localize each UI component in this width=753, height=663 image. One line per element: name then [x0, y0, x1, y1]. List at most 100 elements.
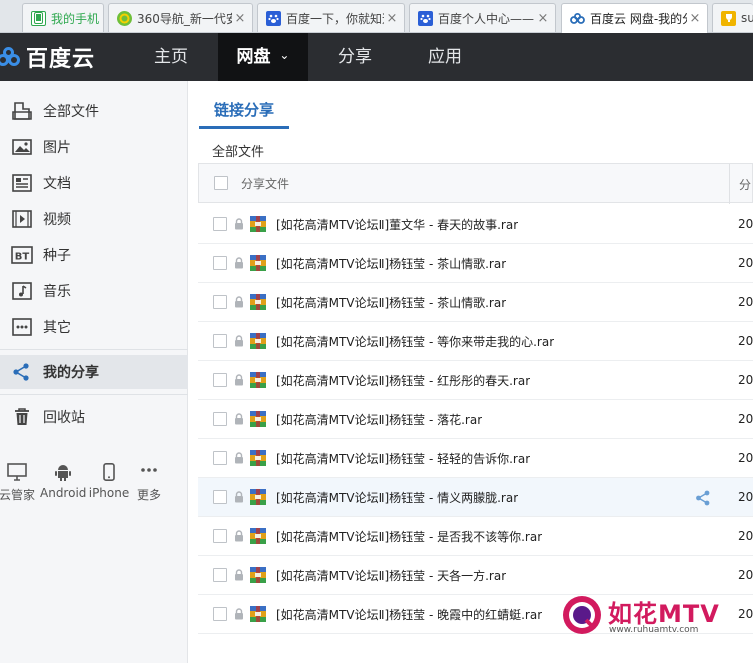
close-icon[interactable]: × — [384, 11, 400, 26]
svg-text:BT: BT — [15, 252, 30, 263]
sidebar-item-label: 回收站 — [43, 410, 85, 426]
rar-archive-icon — [250, 372, 266, 388]
row-checkbox[interactable] — [213, 451, 227, 465]
file-name-link[interactable]: [如花高清MTV论坛Ⅱ]杨钰莹 - 轻轻的告诉你.rar — [276, 450, 530, 467]
browser-tab-label: 百度云 网盘-我的分享 — [590, 12, 687, 26]
tab-link-share[interactable]: 链接分享 — [199, 99, 289, 129]
close-icon[interactable]: × — [232, 11, 248, 26]
client-download-android[interactable]: Android — [40, 463, 86, 500]
browser-tab-baidu-search[interactable]: 百度一下，你就知道 × — [257, 3, 405, 32]
watermark-url: www.ruhuamtv.com — [609, 625, 699, 635]
table-row[interactable]: [如花高清MTV论坛Ⅱ]杨钰莹 - 情义两朦胧.rar 20 — [198, 478, 753, 517]
share-date: 20 — [738, 412, 753, 426]
brand-logo[interactable]: 百度云 — [0, 33, 95, 81]
rar-archive-icon — [250, 606, 266, 622]
monitor-icon — [7, 463, 27, 481]
row-checkbox[interactable] — [213, 295, 227, 309]
rar-archive-icon — [250, 216, 266, 232]
baidu-paw-icon — [418, 10, 433, 26]
client-label: 更多 — [136, 488, 161, 502]
table-row[interactable]: [如花高清MTV论坛Ⅱ]杨钰莹 - 茶山情歌.rar 20 — [198, 283, 753, 322]
file-name-link[interactable]: [如花高清MTV论坛Ⅱ]杨钰莹 - 茶山情歌.rar — [276, 255, 506, 272]
table-row[interactable]: [如花高清MTV论坛Ⅱ]杨钰莹 - 落花.rar 20 — [198, 400, 753, 439]
browser-tab-my-phone[interactable]: 我的手机 — [22, 3, 104, 32]
client-more[interactable]: 更多 — [126, 463, 172, 503]
sidebar-divider — [0, 394, 188, 395]
browser-tab-baidu-cloud[interactable]: 百度云 网盘-我的分享 × — [561, 3, 708, 33]
column-header-shared-file[interactable]: 分享文件 — [241, 175, 289, 192]
row-checkbox[interactable] — [213, 334, 227, 348]
row-checkbox[interactable] — [213, 607, 227, 621]
sidebar-item-label: 全部文件 — [43, 104, 99, 120]
share-date: 20 — [738, 295, 753, 309]
lock-icon — [235, 530, 243, 542]
nav-netdisk[interactable]: 网盘 ⌄ — [218, 33, 308, 81]
sidebar-item-music[interactable]: 音乐 — [0, 274, 188, 308]
row-checkbox[interactable] — [213, 529, 227, 543]
file-name-link[interactable]: [如花高清MTV论坛Ⅱ]杨钰莹 - 情义两朦胧.rar — [276, 489, 518, 506]
file-name-link[interactable]: [如花高清MTV论坛Ⅱ]杨钰莹 - 是否我不该等你.rar — [276, 528, 542, 545]
row-checkbox[interactable] — [213, 256, 227, 270]
client-download-desktop[interactable]: 云管家 — [0, 463, 40, 503]
table-row[interactable]: [如花高清MTV论坛Ⅱ]杨钰莹 - 茶山情歌.rar 20 — [198, 244, 753, 283]
table-row[interactable]: [如花高清MTV论坛Ⅱ]杨钰莹 - 红彤彤的春天.rar 20 — [198, 361, 753, 400]
column-header-share-time[interactable]: 分 — [739, 176, 751, 193]
row-checkbox[interactable] — [213, 412, 227, 426]
rar-archive-icon — [250, 489, 266, 505]
sidebar-item-label: 文档 — [43, 176, 71, 192]
table-row[interactable]: [如花高清MTV论坛Ⅱ]董文华 - 春天的故事.rar 20 — [198, 205, 753, 244]
rar-archive-icon — [250, 294, 266, 310]
close-icon[interactable]: × — [535, 11, 551, 26]
row-checkbox[interactable] — [213, 217, 227, 231]
browser-tab-label: 我的手机 — [51, 11, 100, 26]
client-label: Android — [40, 486, 87, 500]
file-name-link[interactable]: [如花高清MTV论坛Ⅱ]杨钰莹 - 等你来带走我的心.rar — [276, 333, 554, 350]
browser-tab-360-nav[interactable]: 360导航_新一代安全上网导航 × — [108, 3, 253, 32]
select-all-checkbox[interactable] — [214, 176, 228, 190]
table-row[interactable]: [如花高清MTV论坛Ⅱ]杨钰莹 - 天各一方.rar 20 — [198, 556, 753, 595]
sidebar-item-all-files[interactable]: 全部文件 — [0, 94, 188, 128]
share-date: 20 — [738, 490, 753, 504]
sidebar-item-documents[interactable]: 文档 — [0, 166, 188, 200]
nav-home[interactable]: 主页 — [128, 33, 214, 81]
client-label: iPhone — [88, 486, 130, 500]
table-row[interactable]: [如花高清MTV论坛Ⅱ]杨钰莹 - 轻轻的告诉你.rar 20 — [198, 439, 753, 478]
file-name-link[interactable]: [如花高清MTV论坛Ⅱ]杨钰莹 - 红彤彤的春天.rar — [276, 372, 530, 389]
watermark-logo: 如花MTV www.ruhuamtv.com — [560, 594, 730, 639]
file-name-link[interactable]: [如花高清MTV论坛Ⅱ]杨钰莹 - 茶山情歌.rar — [276, 294, 506, 311]
close-icon[interactable]: × — [687, 11, 703, 26]
sidebar-item-recycle-bin[interactable]: 回收站 — [0, 400, 188, 434]
sidebar-item-torrents[interactable]: BT 种子 — [0, 238, 188, 272]
share-date: 20 — [738, 256, 753, 270]
music-icon — [12, 282, 32, 300]
breadcrumb[interactable]: 全部文件 — [212, 141, 264, 160]
table-row[interactable]: [如花高清MTV论坛Ⅱ]杨钰莹 - 等你来带走我的心.rar 20 — [198, 322, 753, 361]
lock-icon — [235, 413, 243, 425]
sidebar-item-other[interactable]: 其它 — [0, 310, 188, 344]
lock-icon — [235, 452, 243, 464]
sidebar-item-label: 其它 — [43, 320, 71, 336]
sidebar-item-my-shares[interactable]: 我的分享 — [0, 355, 188, 389]
rar-archive-icon — [250, 528, 266, 544]
row-checkbox[interactable] — [213, 568, 227, 582]
file-name-link[interactable]: [如花高清MTV论坛Ⅱ]董文华 - 春天的故事.rar — [276, 216, 518, 233]
browser-tab-baidu-personal[interactable]: 百度个人中心—— × — [409, 3, 556, 32]
ruhua-logo-icon — [563, 596, 601, 634]
file-name-link[interactable]: [如花高清MTV论坛Ⅱ]杨钰莹 - 晚霞中的红蜻蜓.rar — [276, 606, 542, 623]
nav-label: 应用 — [428, 47, 462, 67]
share-action-icon[interactable] — [695, 490, 711, 506]
row-checkbox[interactable] — [213, 373, 227, 387]
sidebar-item-images[interactable]: 图片 — [0, 130, 188, 164]
sidebar-item-videos[interactable]: 视频 — [0, 202, 188, 236]
nav-apps[interactable]: 应用 — [402, 33, 488, 81]
torrent-icon: BT — [11, 246, 33, 264]
main-content: 链接分享 全部文件 分享文件 分 [如花高清MTV论坛Ⅱ]董文华 - 春天的故事… — [189, 81, 753, 663]
row-checkbox[interactable] — [213, 490, 227, 504]
browser-tab-su[interactable]: su — [712, 3, 753, 32]
share-date: 20 — [738, 451, 753, 465]
file-name-link[interactable]: [如花高清MTV论坛Ⅱ]杨钰莹 - 天各一方.rar — [276, 567, 506, 584]
chevron-down-icon: ⌄ — [279, 48, 290, 62]
nav-share[interactable]: 分享 — [312, 33, 398, 81]
table-row[interactable]: [如花高清MTV论坛Ⅱ]杨钰莹 - 是否我不该等你.rar 20 — [198, 517, 753, 556]
file-name-link[interactable]: [如花高清MTV论坛Ⅱ]杨钰莹 - 落花.rar — [276, 411, 482, 428]
